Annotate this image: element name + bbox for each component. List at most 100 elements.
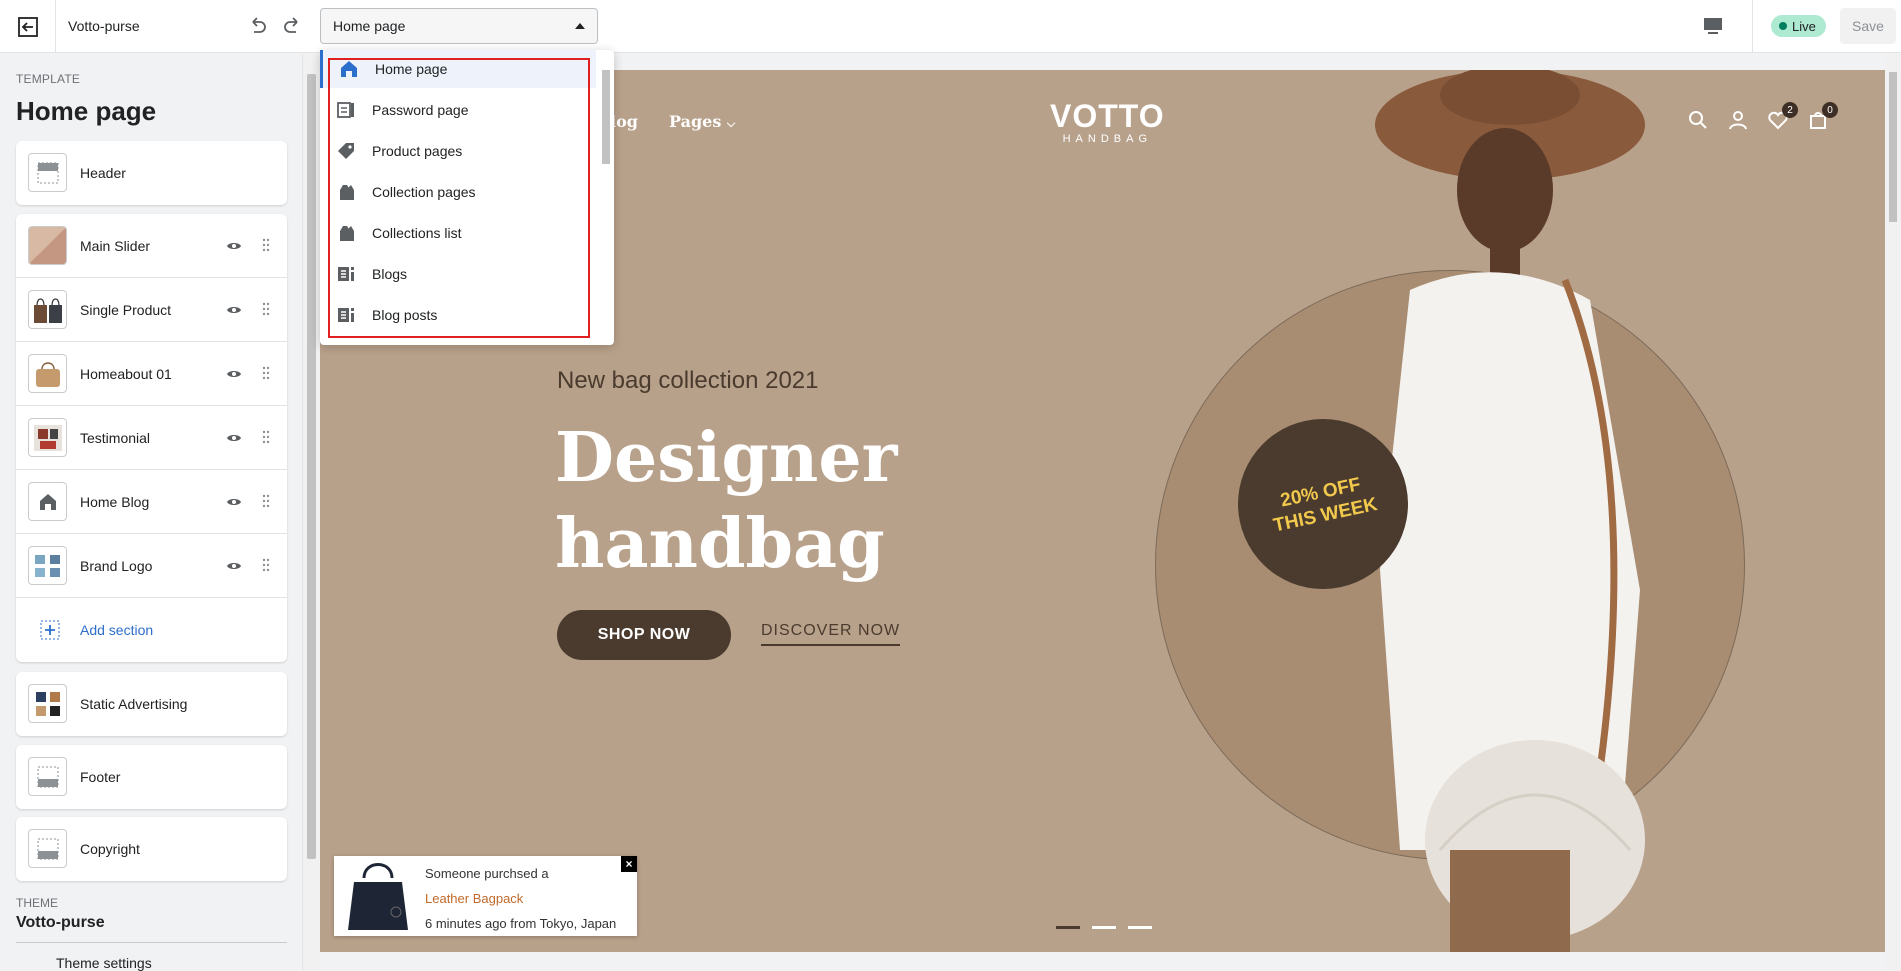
cart-button[interactable]: 0 (1808, 102, 1838, 135)
undo-icon (252, 17, 266, 33)
section-thumbnail (28, 290, 67, 329)
logo-main: VOTTO (1050, 98, 1165, 134)
section-item-brand-logo[interactable]: Brand Logo (16, 534, 287, 598)
hero-subtitle: New bag collection 2021 (557, 367, 819, 394)
section-thumbnail (28, 418, 67, 457)
template-selector-value: Home page (333, 18, 406, 34)
section-thumbnail (28, 684, 67, 723)
live-badge: Live (1771, 15, 1826, 37)
undo-button[interactable] (245, 14, 269, 43)
chevron-up-icon (575, 23, 585, 29)
section-thumbnail (28, 226, 67, 265)
section-label: Home Blog (80, 493, 150, 510)
theme-caption: THEME (16, 896, 58, 910)
redo-button[interactable] (281, 14, 305, 43)
theme-settings-button[interactable]: Theme settings (16, 942, 287, 971)
template-caption: TEMPLATE (16, 72, 81, 86)
section-item-header[interactable]: Header (16, 141, 287, 205)
section-item-testimonial[interactable]: Testimonial (16, 406, 287, 470)
desktop-icon (1704, 18, 1722, 34)
slide-dot[interactable] (1128, 926, 1152, 929)
cart-count: 0 (1822, 102, 1838, 118)
template-dropdown: Home page Password page Product pages Co… (320, 50, 614, 345)
add-section-button[interactable]: Add section (16, 598, 287, 662)
exit-button[interactable] (0, 0, 56, 53)
purchase-notification: Someone purchsed a Leather Bagpack 6 min… (334, 856, 637, 936)
store-logo[interactable]: VOTTO HANDBAG (1050, 98, 1165, 145)
section-thumbnail (28, 354, 67, 393)
scrollbar-thumb[interactable] (602, 70, 610, 164)
section-label: Header (80, 165, 126, 181)
sections-card: Main Slider Single Product Homeabout 01 … (16, 214, 287, 662)
close-icon[interactable]: × (621, 856, 637, 872)
eye-icon[interactable] (226, 366, 242, 382)
eye-icon[interactable] (226, 238, 242, 254)
add-section-icon (40, 620, 60, 640)
scrollbar-thumb[interactable] (307, 74, 316, 859)
drag-handle-icon[interactable] (262, 494, 270, 508)
theme-settings-label: Theme settings (56, 955, 152, 971)
save-button[interactable]: Save (1840, 8, 1896, 44)
hero-title: Designer handbag (555, 418, 898, 584)
section-item-single-product[interactable]: Single Product (16, 278, 287, 342)
live-label: Live (1792, 18, 1816, 34)
sidebar-scrollbar[interactable] (302, 54, 319, 971)
scrollbar-thumb[interactable] (1889, 72, 1897, 222)
store-name: Votto-purse (68, 18, 140, 34)
nav-pages-link[interactable]: Pages ⌵ (669, 112, 735, 131)
drag-handle-icon[interactable] (262, 238, 270, 252)
slide-dot[interactable] (1092, 926, 1116, 929)
section-label: Single Product (80, 301, 172, 318)
topbar-divider (1752, 0, 1753, 53)
nav-blog-link[interactable]: log (610, 112, 638, 131)
header-card: Header (16, 141, 287, 205)
shop-now-button[interactable]: SHOP NOW (557, 610, 731, 660)
template-title: Home page (16, 96, 157, 126)
notification-product-link[interactable]: Leather Bagpack (425, 891, 523, 906)
highlight-box (328, 58, 590, 338)
wishlist-count: 2 (1782, 102, 1798, 118)
drag-handle-icon[interactable] (262, 430, 270, 444)
preview-scrollbar[interactable] (1885, 54, 1901, 971)
eye-icon[interactable] (226, 558, 242, 574)
section-label: Main Slider (80, 237, 151, 254)
discover-now-link[interactable]: DISCOVER NOW (761, 622, 901, 646)
nav-pages-label: Pages (669, 112, 722, 131)
live-dot-icon (1779, 22, 1787, 30)
section-label: Static Advertising (80, 696, 188, 712)
section-label: Homeabout 01 (80, 365, 172, 382)
section-item-footer[interactable]: Footer (16, 745, 287, 809)
add-section-label: Add section (80, 622, 154, 638)
section-item-static-advertising[interactable]: Static Advertising (16, 672, 287, 736)
slider-pagination (1056, 926, 1152, 929)
bag-product-image (348, 863, 408, 930)
theme-name: Votto-purse (16, 914, 105, 931)
sections-sidebar: TEMPLATE Home page Header Main Slider Si… (0, 54, 302, 971)
exit-icon (17, 16, 38, 37)
section-label: Brand Logo (80, 557, 153, 574)
drag-handle-icon[interactable] (262, 302, 270, 316)
eye-icon[interactable] (226, 430, 242, 446)
template-selector[interactable]: Home page (320, 8, 598, 44)
eye-icon[interactable] (226, 494, 242, 510)
section-item-home-blog[interactable]: Home Blog (16, 470, 287, 534)
drag-handle-icon[interactable] (262, 366, 270, 380)
desktop-view-button[interactable] (1702, 16, 1724, 41)
section-item-copyright[interactable]: Copyright (16, 817, 287, 881)
eye-icon[interactable] (226, 302, 242, 318)
logo-sub: HANDBAG (1062, 133, 1153, 145)
drag-handle-icon[interactable] (262, 558, 270, 572)
dropdown-scrollbar[interactable] (598, 50, 614, 345)
copyright-card: Copyright (16, 817, 287, 881)
footer-card: Footer (16, 745, 287, 809)
section-item-homeabout[interactable]: Homeabout 01 (16, 342, 287, 406)
section-label: Footer (80, 769, 121, 785)
footer-layout-icon (28, 829, 67, 868)
section-thumbnail (28, 546, 67, 585)
wishlist-button[interactable]: 2 (1768, 102, 1798, 135)
section-item-main-slider[interactable]: Main Slider (16, 214, 287, 278)
slide-dot[interactable] (1056, 926, 1080, 929)
chevron-down-icon: ⌵ (726, 117, 736, 130)
section-label: Copyright (80, 841, 140, 857)
header-layout-icon (28, 153, 67, 192)
